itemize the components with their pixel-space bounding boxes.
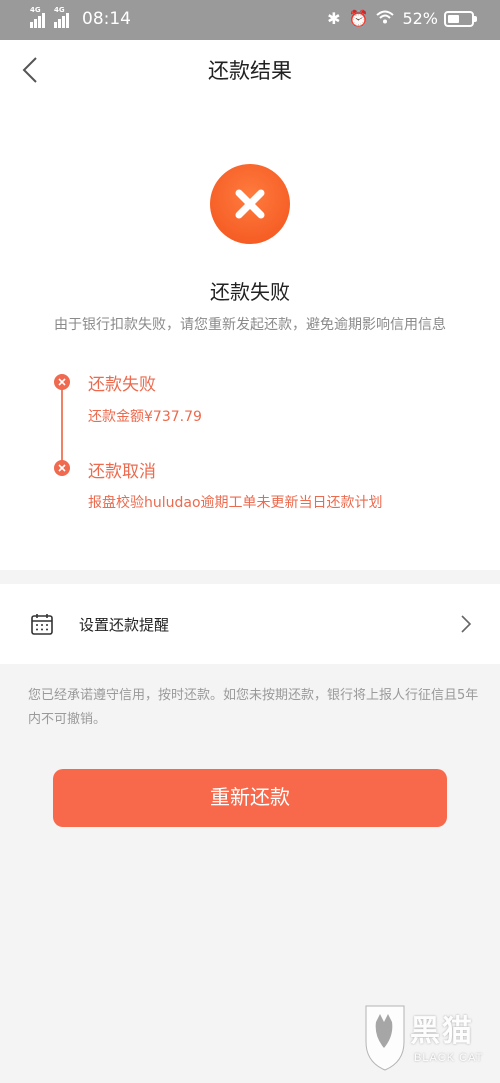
signal-icon: 4G xyxy=(30,6,46,28)
fail-icon xyxy=(210,164,290,244)
timeline-connector xyxy=(61,382,63,468)
watermark-subtext: BLACK CAT xyxy=(414,1052,484,1064)
battery-level xyxy=(448,14,460,23)
status-left: 4G 4G 08:14 xyxy=(30,6,131,29)
calendar-icon xyxy=(31,614,53,635)
wifi-icon xyxy=(376,9,395,28)
bluetooth-icon: ✱ xyxy=(327,9,341,28)
retry-repayment-button[interactable]: 重新还款 xyxy=(53,769,447,827)
timeline-step-detail: 还款金额¥737.79 xyxy=(88,409,202,425)
timeline-error-icon xyxy=(54,374,70,390)
timeline-step-title: 还款失败 xyxy=(88,375,156,395)
status-right: ✱ ⏰ 52% xyxy=(327,9,477,28)
reminder-label: 设置还款提醒 xyxy=(79,616,170,634)
network-type-1: 4G xyxy=(30,6,41,14)
battery-icon xyxy=(444,10,477,27)
status-bar: 4G 4G 08:14 ✱ ⏰ 52% xyxy=(0,0,500,40)
timeline-step-detail: 报盘校验huludao逾期工单未更新当日还款计划 xyxy=(88,495,383,511)
result-card: 还款失败 由于银行扣款失败，请您重新发起还款，避免逾期影响信用信息 还款失败 还… xyxy=(0,100,500,570)
chevron-right-icon xyxy=(461,615,472,633)
watermark-logo: 黑猫 BLACK CAT xyxy=(360,1000,490,1078)
close-icon xyxy=(235,189,265,219)
page-title: 还款结果 xyxy=(208,59,292,83)
clock: 08:14 xyxy=(82,9,131,29)
set-reminder-row[interactable]: 设置还款提醒 xyxy=(0,584,500,664)
watermark-text: 黑猫 xyxy=(410,1014,474,1049)
nav-bar: 还款结果 xyxy=(0,40,500,100)
result-description: 由于银行扣款失败，请您重新发起还款，避免逾期影响信用信息 xyxy=(54,317,446,333)
timeline-error-icon xyxy=(54,460,70,476)
cat-shield-icon xyxy=(365,1005,405,1071)
credit-notice: 您已经承诺遵守信用，按时还款。如您未按期还款，银行将上报人行征信且5年内不可撤销… xyxy=(28,688,479,727)
result-title: 还款失败 xyxy=(210,280,290,304)
timeline-step-title: 还款取消 xyxy=(88,462,156,482)
network-type-2: 4G xyxy=(54,6,65,14)
battery-percent: 52% xyxy=(402,9,438,28)
signal-icon-2: 4G xyxy=(54,6,70,28)
alarm-icon: ⏰ xyxy=(348,9,369,28)
